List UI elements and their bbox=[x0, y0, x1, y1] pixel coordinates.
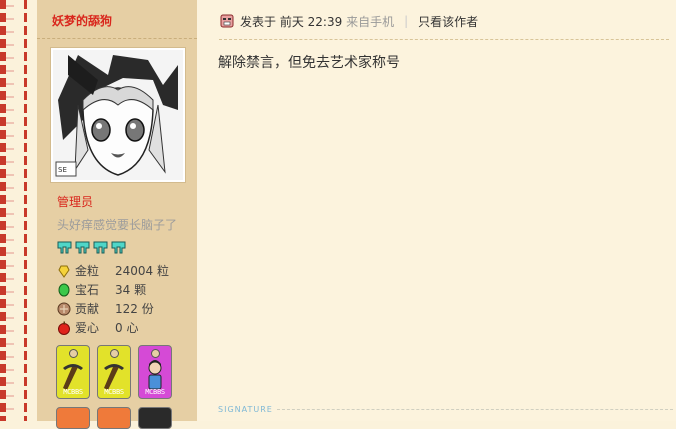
level-icons bbox=[57, 239, 126, 257]
divider bbox=[37, 38, 197, 39]
medal-tag: MCBBS bbox=[104, 388, 124, 396]
stat-label: 爱心 bbox=[75, 321, 100, 335]
mobile-post-icon bbox=[220, 14, 234, 28]
post-time: 前天 22:39 bbox=[279, 14, 343, 29]
user-stats: 金粒 24004 粒 宝石 34 颗 贡献 122 份 爱心 0 心 bbox=[57, 261, 169, 337]
header-divider: | bbox=[404, 14, 409, 28]
medal-pickaxe[interactable]: MCBBS bbox=[56, 345, 90, 399]
post-main: 发表于 前天 22:39 来自手机 | 只看该作者 解除禁言，但免去艺术家称号 … bbox=[197, 0, 676, 421]
svg-text:SE: SE bbox=[58, 166, 67, 174]
emerald-icon bbox=[57, 283, 71, 297]
divider bbox=[219, 39, 669, 40]
decorative-border-pattern bbox=[6, 0, 14, 421]
stat-love: 爱心 0 心 bbox=[57, 318, 169, 337]
author-sidebar: 妖梦的舔狗 SE 管理员 头好痒感觉要长脑子了 金粒 24004 粒 宝石 34… bbox=[37, 0, 197, 429]
only-author-link[interactable]: 只看该作者 bbox=[418, 13, 478, 30]
stat-label: 贡献 bbox=[75, 302, 100, 316]
avatar-image: SE bbox=[53, 50, 183, 180]
signature-divider: SIGNATURE bbox=[218, 405, 673, 414]
posted-label: 发表于 bbox=[240, 14, 277, 29]
gold-nugget-icon bbox=[57, 264, 71, 278]
stat-gem: 宝石 34 颗 bbox=[57, 280, 169, 299]
medal-tag: MCBBS bbox=[145, 388, 165, 396]
avatar[interactable]: SE bbox=[51, 48, 185, 182]
stat-value: 122 份 bbox=[115, 302, 154, 316]
medal-partial[interactable] bbox=[97, 407, 131, 429]
post-header: 发表于 前天 22:39 来自手机 | 只看该作者 bbox=[220, 12, 478, 30]
signature-label: SIGNATURE bbox=[218, 405, 273, 414]
diamond-helmet-icon bbox=[111, 239, 126, 254]
diamond-helmet-icon bbox=[57, 239, 72, 254]
diamond-helmet-icon bbox=[75, 239, 90, 254]
medal-pickaxe[interactable]: MCBBS bbox=[97, 345, 131, 399]
author-name-link[interactable]: 妖梦的舔狗 bbox=[52, 12, 112, 29]
custom-title: 头好痒感觉要长脑子了 bbox=[57, 218, 178, 232]
medal-partial[interactable] bbox=[138, 407, 172, 429]
post-content: 解除禁言，但免去艺术家称号 bbox=[218, 55, 400, 71]
post-source: 来自手机 bbox=[346, 14, 395, 29]
stat-label: 宝石 bbox=[75, 283, 100, 297]
stat-value: 0 心 bbox=[115, 321, 139, 335]
stat-contribution: 贡献 122 份 bbox=[57, 299, 169, 318]
medal-partial[interactable] bbox=[56, 407, 90, 429]
stat-value: 34 颗 bbox=[115, 283, 147, 297]
apple-heart-icon bbox=[57, 321, 71, 335]
stat-value: 24004 粒 bbox=[115, 264, 169, 278]
decorative-border-edge bbox=[24, 0, 27, 421]
medal-character[interactable]: MCBBS bbox=[138, 345, 172, 399]
contribution-icon bbox=[57, 302, 71, 316]
stat-gold: 金粒 24004 粒 bbox=[57, 261, 169, 280]
usergroup-label: 管理员 bbox=[57, 195, 94, 209]
diamond-helmet-icon bbox=[93, 239, 108, 254]
stat-label: 金粒 bbox=[75, 264, 100, 278]
medal-tag: MCBBS bbox=[63, 388, 83, 396]
